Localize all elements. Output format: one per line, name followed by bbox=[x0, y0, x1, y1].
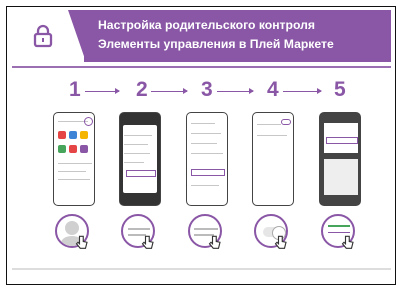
menu-line bbox=[124, 162, 144, 163]
phone-screen-5 bbox=[319, 112, 361, 206]
keypad bbox=[324, 159, 358, 195]
pointer-hand-icon bbox=[75, 235, 88, 249]
settings-line bbox=[191, 153, 223, 154]
highlight-box bbox=[191, 169, 225, 176]
content-line bbox=[58, 163, 92, 164]
app-icon bbox=[58, 145, 66, 153]
content-line bbox=[58, 171, 86, 172]
banner-text: Настройка родительского контроля Элемент… bbox=[98, 16, 388, 54]
pointer-hand-icon bbox=[208, 235, 221, 249]
step-3: 3 bbox=[201, 78, 213, 101]
app-icon bbox=[69, 131, 77, 139]
phone-screen-2 bbox=[119, 112, 161, 206]
app-icon bbox=[58, 131, 66, 139]
app-icon bbox=[69, 145, 77, 153]
menu-line bbox=[124, 144, 148, 145]
parental-line bbox=[257, 135, 287, 136]
header-line-2: Элементы управления в Плей Маркете bbox=[98, 37, 334, 51]
arrow-4 bbox=[283, 88, 322, 94]
pointer-hand-icon bbox=[341, 235, 354, 249]
settings-line bbox=[191, 123, 215, 124]
settings-line bbox=[191, 185, 219, 186]
content-line bbox=[58, 179, 90, 180]
phone-screen-4 bbox=[252, 112, 294, 206]
profile-icon bbox=[84, 117, 93, 126]
step-2: 2 bbox=[136, 78, 148, 101]
arrow-2 bbox=[151, 88, 188, 94]
step-5: 5 bbox=[334, 78, 346, 101]
phone-screen-1 bbox=[53, 112, 95, 206]
settings-line bbox=[191, 133, 221, 134]
menu-line bbox=[124, 135, 152, 136]
phone-screen-3 bbox=[186, 112, 228, 206]
pin-input-box bbox=[326, 137, 358, 144]
parental-line bbox=[257, 124, 281, 125]
arrow-1 bbox=[85, 88, 120, 94]
header-line-1: Настройка родительского контроля bbox=[98, 18, 315, 32]
app-icon bbox=[80, 131, 88, 139]
app-icon bbox=[80, 145, 88, 153]
toggle-icon bbox=[281, 119, 291, 125]
lock-icon bbox=[33, 24, 53, 48]
header: Настройка родительского контроля Элемент… bbox=[12, 10, 391, 62]
step-4: 4 bbox=[267, 78, 279, 101]
menu-line bbox=[124, 153, 150, 154]
settings-line bbox=[191, 143, 217, 144]
arrow-3 bbox=[217, 88, 254, 94]
bottom-rule bbox=[12, 268, 391, 270]
pointer-hand-icon bbox=[141, 235, 154, 249]
lock-icon-box bbox=[12, 10, 74, 62]
step-1: 1 bbox=[69, 78, 81, 101]
pointer-hand-icon bbox=[274, 235, 287, 249]
highlight-box bbox=[126, 170, 156, 177]
header-divider bbox=[12, 66, 391, 68]
